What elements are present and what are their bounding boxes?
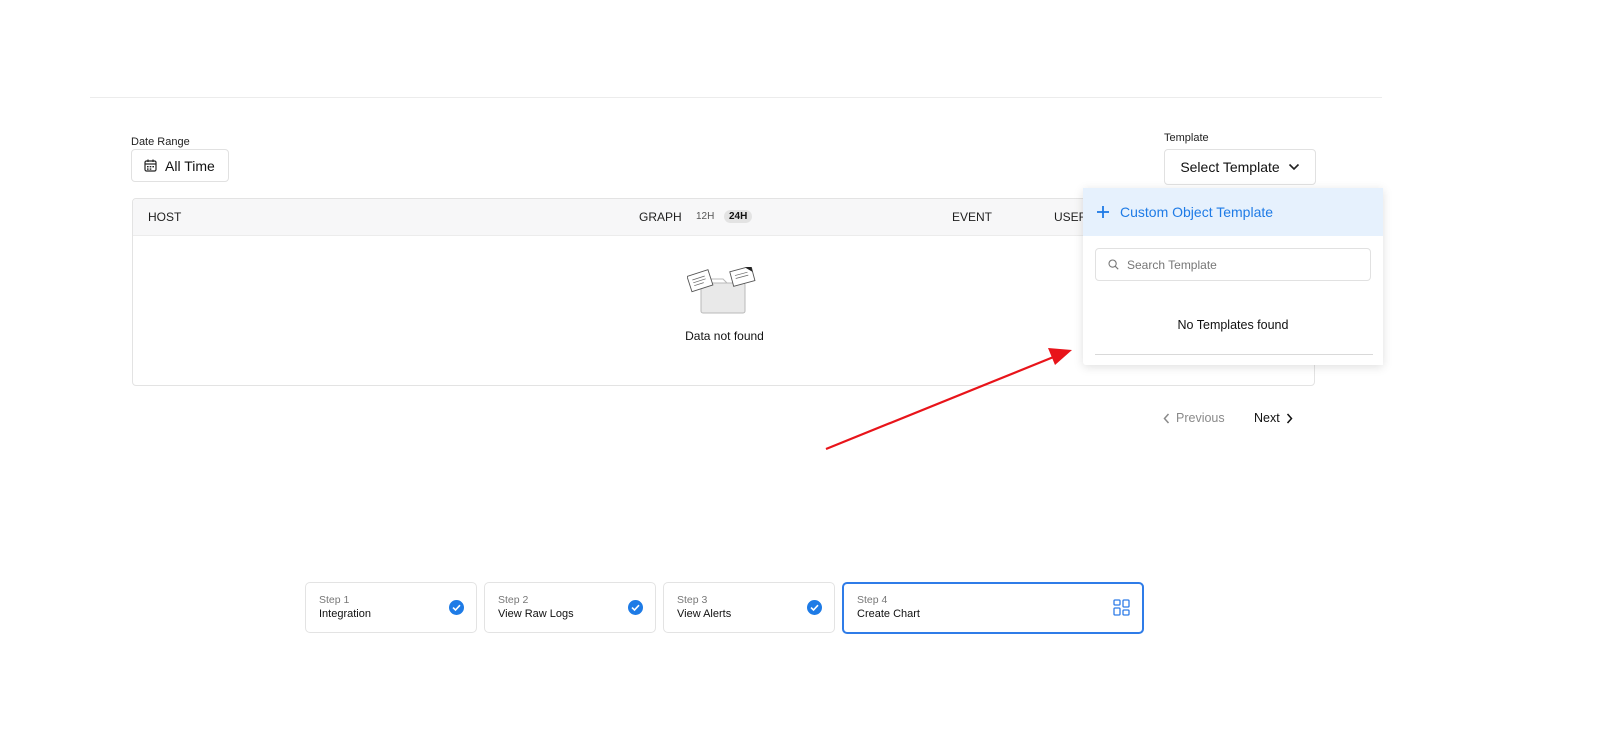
step-1-number: Step 1: [319, 594, 350, 606]
step-4-name: Create Chart: [857, 608, 920, 620]
step-2-name: View Raw Logs: [498, 608, 574, 620]
step-3-number: Step 3: [677, 594, 708, 606]
step-1-name: Integration: [319, 608, 371, 620]
step-1-card[interactable]: Step 1 Integration: [305, 582, 477, 633]
step-2-number: Step 2: [498, 594, 529, 606]
check-circle-icon: [628, 600, 643, 615]
step-2-card[interactable]: Step 2 View Raw Logs: [484, 582, 656, 633]
step-4-number: Step 4: [857, 594, 888, 606]
step-3-name: View Alerts: [677, 608, 732, 620]
check-circle-icon: [807, 600, 822, 615]
step-3-card[interactable]: Step 3 View Alerts: [663, 582, 835, 633]
check-circle-icon: [449, 600, 464, 615]
grid-icon: [1113, 599, 1130, 616]
step-4-card[interactable]: Step 4 Create Chart: [842, 582, 1144, 634]
